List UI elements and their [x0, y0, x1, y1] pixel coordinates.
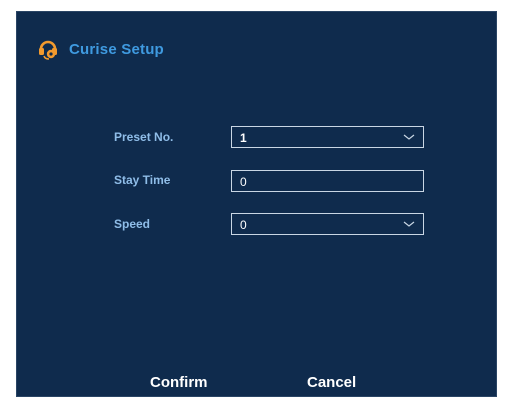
chevron-down-icon: [403, 134, 415, 140]
stay-time-label: Stay Time: [114, 173, 171, 187]
cancel-button[interactable]: Cancel: [307, 374, 356, 391]
stay-time-input[interactable]: 0: [231, 170, 424, 192]
preset-no-value: 1: [240, 131, 247, 145]
stay-time-value: 0: [240, 175, 247, 189]
preset-no-select[interactable]: 1: [231, 126, 424, 148]
camera-settings-icon: [39, 40, 57, 60]
dialog-title: Curise Setup: [69, 40, 164, 58]
chevron-down-icon: [403, 221, 415, 227]
dialog-header: Curise Setup: [37, 36, 164, 62]
speed-select[interactable]: 0: [231, 213, 424, 235]
preset-no-label: Preset No.: [114, 130, 174, 144]
speed-value: 0: [240, 218, 247, 232]
confirm-button[interactable]: Confirm: [150, 374, 208, 391]
cruise-setup-dialog: Curise Setup Preset No. 1 Stay Time 0 Sp…: [16, 11, 497, 397]
speed-label: Speed: [114, 217, 151, 231]
